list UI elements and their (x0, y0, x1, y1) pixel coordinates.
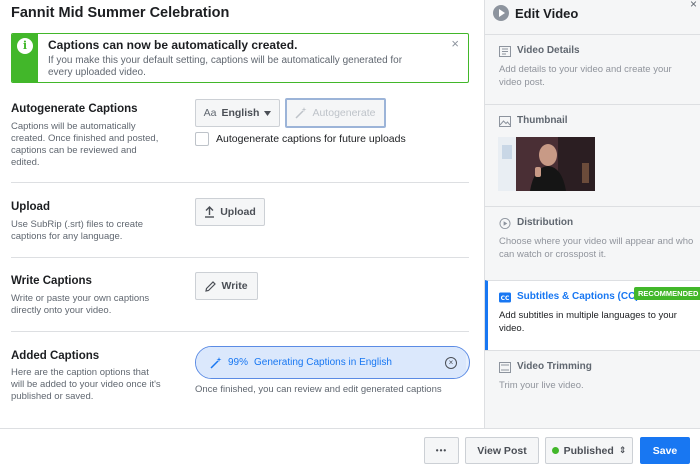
sidebar-header: Edit Video × (485, 0, 700, 28)
publish-status-dropdown[interactable]: Published ⇕ (545, 437, 633, 464)
caption-notice: i Captions can now be automatically crea… (11, 33, 469, 83)
video-thumbnail-image[interactable] (498, 137, 595, 191)
progress-text: Generating Captions in English (254, 357, 392, 368)
sidebar-title: Edit Video (515, 6, 579, 21)
autogenerate-title: Autogenerate Captions (11, 103, 138, 115)
autogenerate-button[interactable]: Autogenerate (285, 98, 386, 128)
view-post-label: View Post (477, 444, 527, 457)
caption-progress: 99% Generating Captions in English × (195, 346, 470, 379)
sidebar-item-label: Distribution (517, 217, 574, 228)
sidebar-item-desc: Choose where your video will appear and … (499, 236, 694, 260)
autogenerate-future-label: Autogenerate captions for future uploads (216, 133, 406, 145)
sidebar-item-desc: Add details to your video and create you… (499, 64, 672, 88)
write-title: Write Captions (11, 275, 92, 287)
notice-title: Captions can now be automatically create… (48, 38, 298, 52)
chevron-updown-icon: ⇕ (618, 445, 627, 455)
upload-button-label: Upload (220, 206, 256, 218)
language-dropdown[interactable]: Aa English (195, 99, 280, 127)
sidebar-item-label: Subtitles & Captions (CC) (517, 291, 639, 302)
write-button[interactable]: Write (195, 272, 258, 300)
notice-accent-bar: i (12, 34, 38, 82)
sidebar-item-video-trimming[interactable]: Video Trimming Trim your live video. (485, 350, 700, 428)
progress-percent: 99% (228, 357, 249, 368)
play-circle-icon[interactable] (493, 5, 509, 21)
upload-title: Upload (11, 201, 50, 213)
added-desc: Here are the caption options that will b… (11, 367, 161, 402)
image-icon (499, 116, 511, 127)
more-options-button[interactable]: ••• (424, 437, 459, 464)
video-icon (499, 46, 511, 57)
sidebar-item-label: Video Details (517, 45, 580, 56)
magic-wand-icon (295, 107, 307, 119)
svg-text:CC: CC (501, 295, 510, 302)
added-title: Added Captions (11, 350, 100, 362)
scissors-icon (499, 362, 511, 373)
language-label: English (221, 107, 260, 119)
autogenerate-desc: Captions will be automatically created. … (11, 121, 159, 168)
recommended-badge: RECOMMENDED (634, 287, 700, 300)
page-title: Fannit Mid Summer Celebration (11, 5, 230, 21)
sidebar-item-video-details[interactable]: Video Details Add details to your video … (485, 34, 700, 104)
magic-wand-icon (210, 356, 222, 369)
divider (11, 182, 469, 183)
status-label: Published (563, 444, 614, 457)
close-icon[interactable]: × (690, 0, 697, 11)
view-post-button[interactable]: View Post (465, 437, 539, 464)
divider (11, 331, 469, 332)
upload-desc: Use SubRip (.srt) files to create captio… (11, 219, 143, 242)
autogenerate-button-label: Autogenerate (312, 107, 376, 119)
sidebar-item-desc: Trim your live video. (499, 380, 584, 391)
autogenerate-future-checkbox[interactable] (195, 132, 209, 146)
sidebar-item-distribution[interactable]: Distribution Choose where your video wil… (485, 206, 700, 280)
status-dot-icon (551, 447, 559, 454)
write-desc: Write or paste your own captions directl… (11, 293, 150, 316)
sidebar-item-label: Video Trimming (517, 361, 592, 372)
pencil-icon (205, 280, 217, 292)
progress-note: Once finished, you can review and edit g… (195, 384, 442, 395)
progress-content: 99% Generating Captions in English (210, 347, 392, 378)
sidebar-item-label: Thumbnail (517, 115, 568, 126)
chevron-down-icon (264, 110, 272, 116)
close-icon[interactable]: × (451, 36, 459, 51)
save-label: Save (652, 444, 678, 457)
main-panel: Fannit Mid Summer Celebration i Captions… (0, 0, 484, 428)
info-icon: i (17, 38, 33, 54)
save-button[interactable]: Save (640, 437, 690, 464)
more-icon: ••• (435, 446, 448, 455)
upload-button[interactable]: Upload (195, 198, 265, 226)
play-circle-icon (499, 218, 511, 229)
upload-icon (205, 206, 215, 218)
write-button-label: Write (221, 280, 248, 292)
cc-icon: CC (499, 292, 511, 303)
edit-video-sidebar: Edit Video × Video Details Add details t… (484, 0, 700, 428)
divider (11, 257, 469, 258)
sidebar-item-desc: Add subtitles in multiple languages to y… (499, 310, 677, 334)
cancel-icon[interactable]: × (445, 357, 457, 369)
notice-body: If you make this your default setting, c… (48, 55, 403, 78)
font-size-icon: Aa (203, 107, 217, 119)
